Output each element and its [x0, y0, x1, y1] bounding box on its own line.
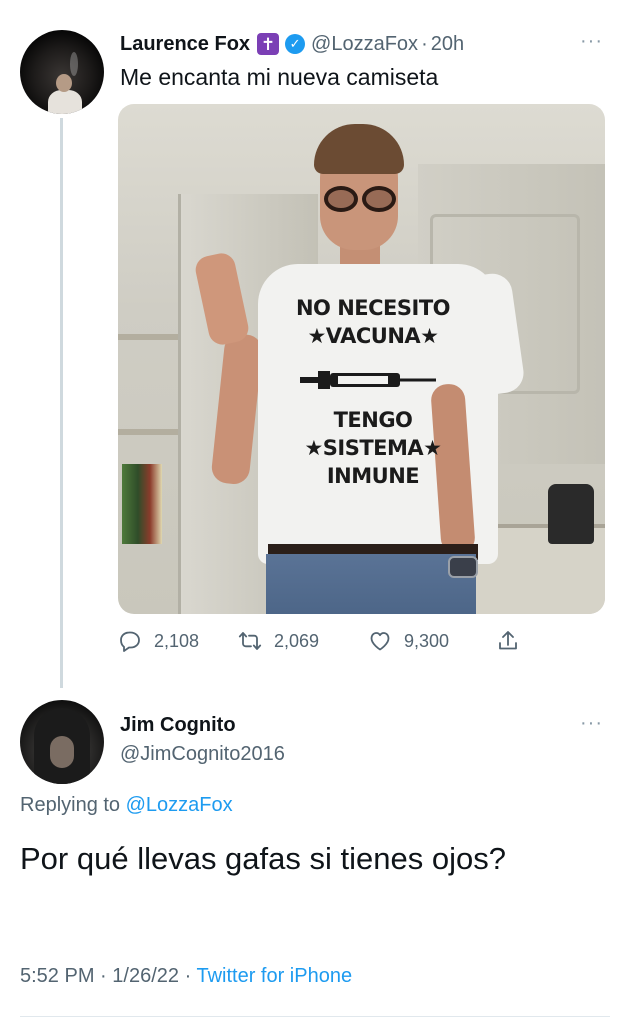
reply-time[interactable]: 5:52 PM [20, 965, 94, 987]
like-button[interactable]: 9,300 [368, 629, 496, 653]
reply-button[interactable]: 2,108 [118, 629, 236, 653]
header-separator: · [421, 32, 428, 55]
reply-date[interactable]: 1/26/22 [112, 965, 179, 987]
reply-icon [120, 631, 140, 652]
wristwatch [448, 556, 478, 578]
glasses [318, 186, 400, 214]
reply-author-name[interactable]: Jim Cognito [120, 714, 236, 737]
hair [314, 124, 404, 174]
retweet-icon [238, 632, 262, 650]
kettle [548, 484, 594, 544]
avatar-face [50, 736, 74, 768]
jeans [266, 554, 476, 614]
reply-text: Por qué llevas gafas si tienes ojos? [20, 841, 506, 876]
author-name[interactable]: Laurence Fox [120, 33, 250, 56]
shirt-print: NO NECESITO ★VACUNA★ TENGO ★SISTEMA★ INM… [278, 294, 468, 490]
share-icon [499, 631, 517, 650]
shirt-line: ★SISTEMA★ [304, 436, 442, 460]
shelf [118, 429, 178, 435]
tweet-photo[interactable]: NO NECESITO ★VACUNA★ TENGO ★SISTEMA★ INM… [118, 104, 605, 614]
glasses-lens [362, 186, 396, 212]
bottles [122, 464, 162, 544]
reply-meta: 5:52 PM · 1/26/22 · Twitter for iPhone [20, 965, 352, 988]
original-tweet[interactable]: Laurence Fox ✝ ✓ @LozzaFox · 20h ··· Me … [0, 0, 621, 690]
cross-icon: ✝ [257, 33, 280, 55]
tweet-text: Me encanta mi nueva camiseta [120, 64, 439, 90]
author-avatar[interactable] [20, 30, 104, 114]
retweet-button[interactable]: 2,069 [238, 629, 366, 653]
avatar-body [48, 90, 82, 114]
meta-separator: · [100, 965, 107, 987]
glasses-lens [324, 186, 358, 212]
shirt-line: NO NECESITO [295, 296, 451, 320]
author-handle[interactable]: @LozzaFox [311, 33, 418, 56]
syringe-icon [300, 371, 436, 389]
replying-mention[interactable]: @LozzaFox [126, 794, 233, 816]
divider [20, 1016, 610, 1017]
more-icon[interactable]: ··· [580, 31, 603, 51]
verified-icon: ✓ [285, 34, 306, 54]
thread-line [60, 118, 63, 688]
replying-prefix: Replying to [20, 794, 126, 816]
shirt-line: TENGO [333, 408, 413, 432]
avatar-head [56, 74, 72, 92]
more-icon[interactable]: ··· [580, 713, 603, 733]
shelf [118, 334, 178, 340]
tweet-time[interactable]: 20h [431, 33, 464, 56]
like-icon [370, 632, 390, 651]
avatar-smoke [70, 52, 78, 76]
like-count: 9,300 [404, 630, 450, 651]
reply-source[interactable]: Twitter for iPhone [196, 965, 352, 987]
shirt-line: INMUNE [326, 464, 420, 488]
reply-author-avatar[interactable] [20, 700, 104, 784]
meta-separator: · [184, 965, 192, 987]
reply-count: 2,108 [154, 630, 200, 651]
tweet-header: Laurence Fox ✝ ✓ @LozzaFox · 20h [120, 30, 464, 58]
retweet-count: 2,069 [274, 630, 320, 651]
reply-author-handle[interactable]: @JimCognito2016 [120, 743, 285, 766]
shirt-line: ★VACUNA★ [307, 324, 439, 348]
share-button[interactable] [496, 629, 532, 653]
replying-to: Replying to @LozzaFox [20, 794, 233, 817]
tweet-actions: 2,108 2,069 9,300 [118, 626, 532, 656]
